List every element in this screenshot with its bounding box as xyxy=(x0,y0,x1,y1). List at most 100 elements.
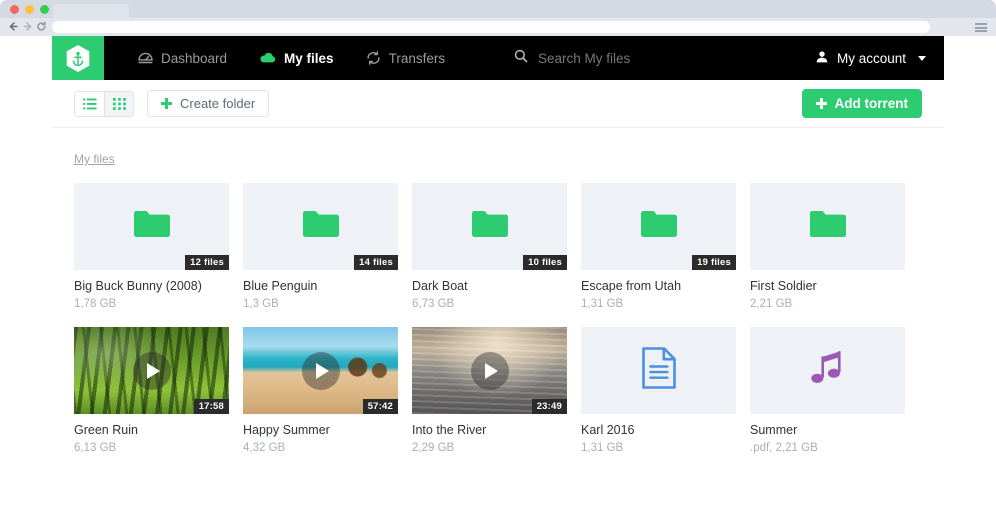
file-name: Summer xyxy=(750,423,905,437)
file-badge: 17:58 xyxy=(194,399,229,414)
view-toggle-group[interactable] xyxy=(74,91,134,117)
chevron-down-icon xyxy=(918,56,926,61)
file-thumbnail[interactable]: 57:42 xyxy=(243,327,398,414)
browser-titlebar xyxy=(0,0,996,18)
file-thumbnail[interactable] xyxy=(750,327,905,414)
app-toolbar: Create folder Add torrent xyxy=(52,80,944,128)
folder-icon xyxy=(301,208,341,245)
sync-icon xyxy=(366,51,381,65)
play-icon[interactable] xyxy=(471,352,509,390)
plus-icon xyxy=(816,98,827,109)
create-folder-label: Create folder xyxy=(180,96,255,111)
nav-link-my-files[interactable]: My files xyxy=(243,36,350,80)
search-input[interactable] xyxy=(538,51,788,66)
arrow-left-icon[interactable] xyxy=(8,21,19,32)
nav-link-label: Dashboard xyxy=(161,51,227,66)
file-card[interactable]: 57:42 Happy Summer 4,32 GB xyxy=(243,327,398,454)
file-card[interactable]: 23:49 Into the River 2,29 GB xyxy=(412,327,567,454)
search-icon xyxy=(514,49,528,68)
file-card[interactable]: 17:58 Green Ruin 6,13 GB xyxy=(74,327,229,454)
file-name: Karl 2016 xyxy=(581,423,736,437)
file-card[interactable]: 12 filesBig Buck Bunny (2008)1,78 GB xyxy=(74,183,229,310)
file-meta: 1,31 GB xyxy=(581,442,736,454)
minimize-window-button[interactable] xyxy=(25,5,34,14)
account-menu[interactable]: My account xyxy=(815,36,926,80)
document-icon xyxy=(641,346,677,395)
file-meta: 1,78 GB xyxy=(74,298,229,310)
nav-link-label: Transfers xyxy=(389,51,446,66)
file-badge: 23:49 xyxy=(532,399,567,414)
file-badge: 10 files xyxy=(523,255,567,270)
url-bar[interactable] xyxy=(52,21,930,33)
file-name: Escape from Utah xyxy=(581,279,736,293)
file-card[interactable]: Karl 2016 1,31 GB xyxy=(581,327,736,454)
user-icon xyxy=(815,50,829,67)
folder-icon xyxy=(132,208,172,245)
file-meta: 2,21 GB xyxy=(750,298,905,310)
nav-link-transfers[interactable]: Transfers xyxy=(350,36,462,80)
arrow-right-icon[interactable] xyxy=(22,21,33,32)
anchor-logo-icon[interactable] xyxy=(52,36,104,80)
maximize-window-button[interactable] xyxy=(40,5,49,14)
file-thumbnail[interactable]: 19 files xyxy=(581,183,736,270)
file-card[interactable]: First Soldier 2,21 GB xyxy=(750,183,905,310)
list-view-icon[interactable] xyxy=(75,92,104,116)
file-badge: 14 files xyxy=(354,255,398,270)
file-card[interactable]: 10 files Dark Boat 6,73 GB xyxy=(412,183,567,310)
file-name: Happy Summer xyxy=(243,423,398,437)
reload-icon[interactable] xyxy=(36,21,47,32)
folder-icon xyxy=(470,208,510,245)
file-name: Blue Penguin xyxy=(243,279,398,293)
file-card[interactable]: 19 filesEscape from Utah1,31 GB xyxy=(581,183,736,310)
search-area[interactable] xyxy=(514,36,788,80)
file-thumbnail[interactable]: 14 files xyxy=(243,183,398,270)
files-grid: 12 filesBig Buck Bunny (2008)1,78 GB14 f… xyxy=(74,183,922,454)
browser-window: Dashboard My files xyxy=(0,0,996,528)
file-meta: 4,32 GB xyxy=(243,442,398,454)
file-thumbnail[interactable] xyxy=(750,183,905,270)
file-name: First Soldier xyxy=(750,279,905,293)
close-window-button[interactable] xyxy=(10,5,19,14)
file-meta: 6,73 GB xyxy=(412,298,567,310)
nav-link-dashboard[interactable]: Dashboard xyxy=(122,36,243,80)
play-icon[interactable] xyxy=(302,352,340,390)
app-topnav: Dashboard My files xyxy=(52,36,944,80)
file-meta: 2,29 GB xyxy=(412,442,567,454)
file-badge: 19 files xyxy=(692,255,736,270)
play-icon[interactable] xyxy=(133,352,171,390)
dashboard-icon xyxy=(138,52,153,65)
file-name: Dark Boat xyxy=(412,279,567,293)
window-controls[interactable] xyxy=(10,5,49,14)
file-thumbnail[interactable]: 12 files xyxy=(74,183,229,270)
create-folder-button[interactable]: Create folder xyxy=(147,90,269,117)
files-content: My files 12 filesBig Buck Bunny (2008)1,… xyxy=(52,128,944,454)
cloud-icon xyxy=(259,52,276,64)
file-thumbnail[interactable]: 17:58 xyxy=(74,327,229,414)
file-name: Green Ruin xyxy=(74,423,229,437)
folder-icon xyxy=(639,208,679,245)
nav-link-label: My files xyxy=(284,51,334,66)
folder-icon xyxy=(808,208,848,245)
account-label: My account xyxy=(837,51,906,66)
file-card[interactable]: 14 files Blue Penguin 1,3 GB xyxy=(243,183,398,310)
breadcrumb[interactable]: My files xyxy=(74,152,115,166)
file-thumbnail[interactable]: 23:49 xyxy=(412,327,567,414)
grid-view-icon[interactable] xyxy=(104,92,133,116)
file-card[interactable]: Summer .pdf, 2,21 GB xyxy=(750,327,905,454)
file-badge: 12 files xyxy=(185,255,229,270)
file-thumbnail[interactable]: 10 files xyxy=(412,183,567,270)
add-torrent-button[interactable]: Add torrent xyxy=(802,89,923,118)
browser-nav-buttons[interactable] xyxy=(8,21,47,32)
browser-toolbar xyxy=(0,18,996,36)
file-meta: .pdf, 2,21 GB xyxy=(750,442,905,454)
plus-icon xyxy=(161,98,172,109)
nav-links: Dashboard My files xyxy=(104,36,461,80)
file-thumbnail[interactable] xyxy=(581,327,736,414)
hamburger-menu-icon[interactable] xyxy=(975,23,987,32)
file-meta: 1,3 GB xyxy=(243,298,398,310)
file-meta: 6,13 GB xyxy=(74,442,229,454)
browser-tab[interactable] xyxy=(53,4,129,18)
file-name: Into the River xyxy=(412,423,567,437)
file-badge: 57:42 xyxy=(363,399,398,414)
app-window: Dashboard My files xyxy=(52,36,944,528)
